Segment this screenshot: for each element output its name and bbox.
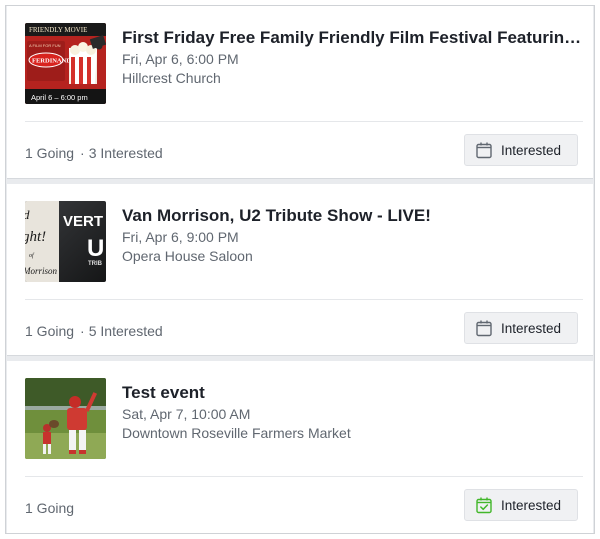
separator-dot: · xyxy=(80,145,85,161)
tribute-poster-image: d ght! of Morrison VERT U TRIB xyxy=(25,201,106,282)
interested-count[interactable]: 3 Interested xyxy=(89,145,163,161)
event-location[interactable]: Hillcrest Church xyxy=(122,70,221,86)
event-location[interactable]: Opera House Saloon xyxy=(122,248,253,264)
interested-button-label: Interested xyxy=(501,497,562,513)
interested-count[interactable]: 5 Interested xyxy=(89,323,163,339)
poster-date-text: April 6 – 6:00 pm xyxy=(31,93,88,102)
poster-word-2: U xyxy=(87,235,104,262)
event-datetime: Fri, Apr 6, 6:00 PM xyxy=(122,51,239,67)
baseball-photo-image xyxy=(25,378,106,459)
poster-word-1: VERT xyxy=(63,213,103,230)
going-count[interactable]: 1 Going xyxy=(25,323,74,339)
interested-button-label: Interested xyxy=(501,320,562,336)
calendar-icon xyxy=(475,141,493,159)
event-card[interactable]: Test event Sat, Apr 7, 10:00 AM Downtown… xyxy=(7,361,593,533)
event-card[interactable]: FRIENDLY MOVIE A FILM FOR FUN FERDINAND … xyxy=(7,6,593,179)
poster-brand-text: FERDINAND xyxy=(32,58,71,65)
interested-button[interactable]: Interested xyxy=(464,312,578,344)
interested-button-label: Interested xyxy=(501,142,562,158)
poster-left-text-2: ght! xyxy=(25,229,46,245)
event-stats: 1 Going · 5 Interested xyxy=(25,323,163,339)
event-thumbnail[interactable]: FRIENDLY MOVIE A FILM FOR FUN FERDINAND … xyxy=(25,23,106,104)
going-count[interactable]: 1 Going xyxy=(25,500,74,516)
going-count[interactable]: 1 Going xyxy=(25,145,74,161)
poster-left-text-4: Morrison xyxy=(25,266,58,276)
events-list: FRIENDLY MOVIE A FILM FOR FUN FERDINAND … xyxy=(5,5,595,534)
event-thumbnail[interactable] xyxy=(25,378,106,459)
movie-poster-image: FRIENDLY MOVIE A FILM FOR FUN FERDINAND … xyxy=(25,23,106,104)
event-location[interactable]: Downtown Roseville Farmers Market xyxy=(122,425,351,441)
interested-button[interactable]: Interested xyxy=(464,134,578,166)
event-stats: 1 Going xyxy=(25,500,74,516)
separator-dot: · xyxy=(80,323,85,339)
interested-button[interactable]: Interested xyxy=(464,489,578,521)
calendar-check-icon xyxy=(475,496,493,514)
event-stats: 1 Going · 3 Interested xyxy=(25,145,163,161)
event-title[interactable]: Test event xyxy=(122,383,582,403)
divider xyxy=(25,121,583,122)
poster-word-3: TRIB xyxy=(88,261,103,267)
poster-left-text-1: d xyxy=(25,207,30,222)
event-title[interactable]: First Friday Free Family Friendly Film F… xyxy=(122,28,582,48)
event-thumbnail[interactable]: d ght! of Morrison VERT U TRIB xyxy=(25,201,106,282)
divider xyxy=(25,299,583,300)
event-datetime: Sat, Apr 7, 10:00 AM xyxy=(122,406,251,422)
event-datetime: Fri, Apr 6, 9:00 PM xyxy=(122,229,239,245)
event-title[interactable]: Van Morrison, U2 Tribute Show - LIVE! xyxy=(122,206,582,226)
calendar-icon xyxy=(475,319,493,337)
svg-text:A FILM FOR FUN: A FILM FOR FUN xyxy=(29,43,61,48)
divider xyxy=(25,476,583,477)
poster-header-text: FRIENDLY MOVIE xyxy=(29,26,87,34)
event-card[interactable]: d ght! of Morrison VERT U TRIB Van Morri… xyxy=(7,184,593,356)
